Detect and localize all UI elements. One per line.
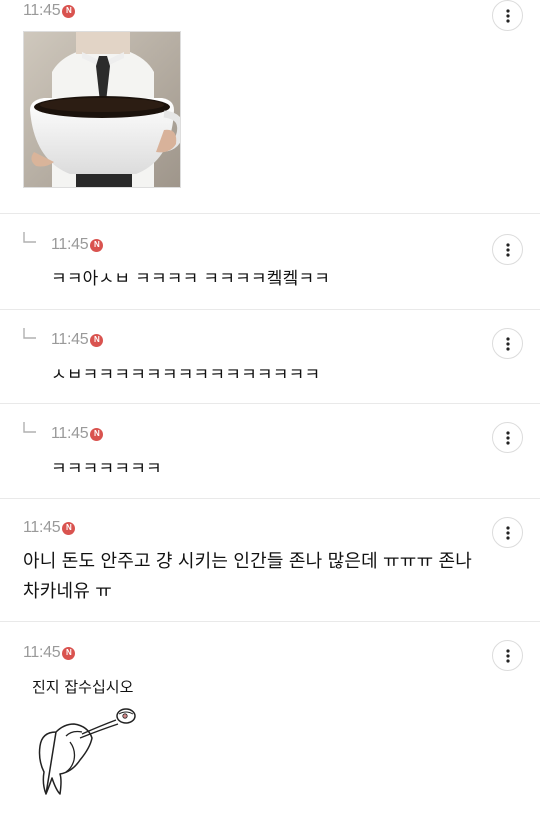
more-vertical-icon bbox=[505, 336, 510, 351]
attached-photo[interactable] bbox=[23, 31, 181, 188]
comment-1: 11:45 N bbox=[0, 0, 540, 214]
reply-comment-2: 11:45 N ㅅㅂㅋㅋㅋㅋㅋㅋㅋㅋㅋㅋㅋㅋㅋㅋㅋ bbox=[0, 310, 540, 404]
more-vertical-icon bbox=[505, 430, 510, 445]
more-options-button[interactable] bbox=[492, 328, 523, 359]
new-badge: N bbox=[62, 4, 76, 18]
reply-arrow-icon bbox=[23, 422, 36, 433]
new-badge: N bbox=[62, 521, 76, 535]
comment-time: 11:45 bbox=[51, 331, 89, 348]
new-badge: N bbox=[90, 427, 104, 441]
reply-arrow-icon bbox=[23, 328, 36, 339]
spoon-character-icon bbox=[38, 708, 136, 795]
comment-time: 11:45 bbox=[51, 236, 89, 253]
new-badge: N bbox=[90, 238, 104, 252]
comment-text: ㅅㅂㅋㅋㅋㅋㅋㅋㅋㅋㅋㅋㅋㅋㅋㅋㅋ bbox=[51, 365, 321, 384]
comment-meta: 11:45 N bbox=[23, 2, 76, 20]
reply-comment-1: 11:45 N ㅋㅋ아ㅅㅂ ㅋㅋㅋㅋ ㅋㅋㅋㅋ켘켘ㅋㅋ bbox=[0, 214, 540, 310]
comment-time: 11:45 bbox=[23, 644, 61, 661]
more-options-button[interactable] bbox=[492, 517, 523, 548]
reply-arrow-icon bbox=[23, 232, 36, 243]
comment-meta: 11:45 N bbox=[51, 425, 104, 443]
comment-meta: 11:45 N bbox=[23, 519, 76, 537]
comment-text: ㅋㅋㅋㅋㅋㅋㅋ bbox=[51, 459, 162, 478]
new-badge: N bbox=[90, 333, 104, 347]
comment-meta: 11:45 N bbox=[51, 331, 104, 349]
more-vertical-icon bbox=[505, 525, 510, 540]
comment-time: 11:45 bbox=[23, 519, 61, 536]
comment-time: 11:45 bbox=[23, 2, 61, 19]
sticker-caption: 진지 잡수십시오 bbox=[32, 678, 134, 696]
more-vertical-icon bbox=[505, 648, 510, 663]
new-badge: N bbox=[62, 646, 76, 660]
sticker-image[interactable]: 진지 잡수십시오 bbox=[30, 676, 150, 798]
comment-2: 11:45 N 아니 돈도 안주고 걍 시키는 인간들 존나 많은데 ㅠㅠㅠ 존… bbox=[0, 499, 540, 622]
reply-comment-3: 11:45 N ㅋㅋㅋㅋㅋㅋㅋ bbox=[0, 404, 540, 499]
more-options-button[interactable] bbox=[492, 422, 523, 453]
more-options-button[interactable] bbox=[492, 234, 523, 265]
comment-meta: 11:45 N bbox=[23, 644, 76, 662]
comment-text: ㅋㅋ아ㅅㅂ ㅋㅋㅋㅋ ㅋㅋㅋㅋ켘켘ㅋㅋ bbox=[51, 269, 331, 288]
coffee-cup-photo bbox=[24, 32, 180, 187]
more-options-button[interactable] bbox=[492, 640, 523, 671]
more-vertical-icon bbox=[505, 8, 510, 23]
more-vertical-icon bbox=[505, 242, 510, 257]
comment-meta: 11:45 N bbox=[51, 236, 104, 254]
comment-text-line-1: 아니 돈도 안주고 걍 시키는 인간들 존나 많은데 ㅠㅠㅠ 존나 bbox=[23, 551, 473, 571]
comment-text-line-2: 차카네유 ㅠ bbox=[23, 581, 113, 601]
comment-time: 11:45 bbox=[51, 425, 89, 442]
more-options-button[interactable] bbox=[492, 0, 523, 31]
